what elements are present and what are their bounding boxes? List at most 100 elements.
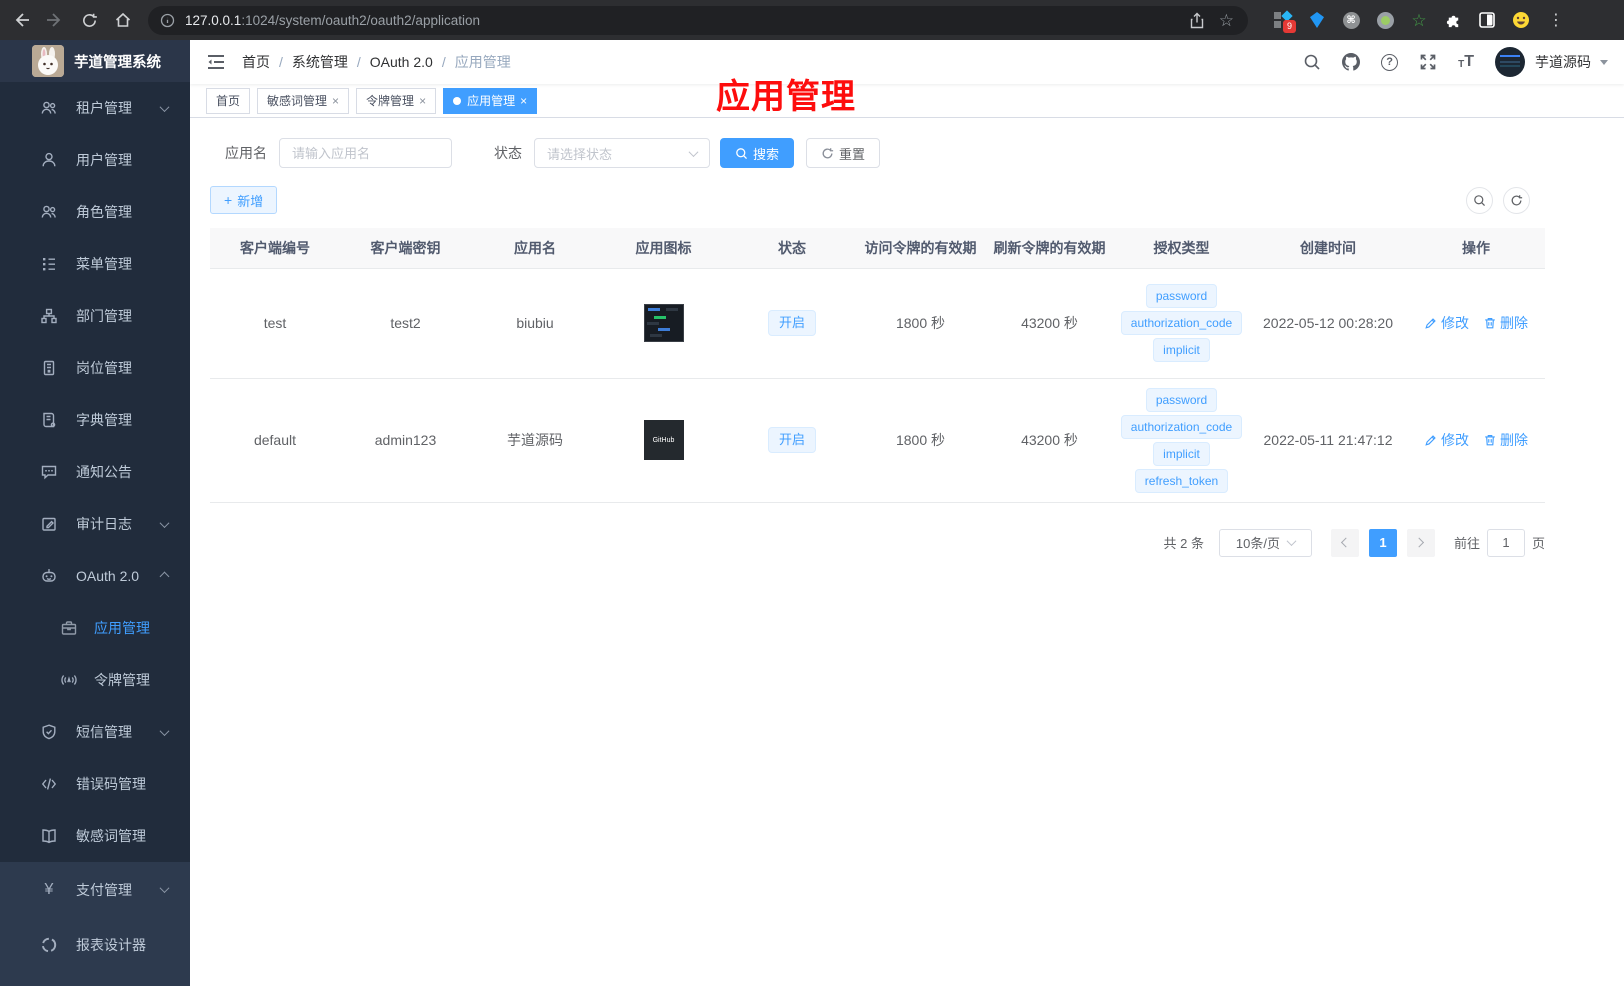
delete-button[interactable]: 删除 [1483, 430, 1528, 450]
address-bar[interactable]: 127.0.0.1:1024/system/oauth2/oauth2/appl… [148, 5, 1248, 35]
grant-type-tags: password authorization_code implicit [1114, 284, 1249, 362]
sidebar-item-label: 角色管理 [76, 204, 132, 220]
browser-menu-icon[interactable]: ⋮ [1548, 10, 1564, 30]
tab-label: 令牌管理 [366, 94, 415, 108]
status-filter-group: 状态 请选择状态 [494, 138, 720, 168]
sidebar-item-audit[interactable]: 审计日志 [0, 498, 190, 550]
search-icon [1474, 194, 1485, 206]
status-badge[interactable]: 开启 [767, 310, 816, 336]
sidebar-item-role[interactable]: 角色管理 [0, 186, 190, 238]
breadcrumb: 首页 / 系统管理 / OAuth 2.0 / 应用管理 [242, 52, 511, 72]
col-refresh-validity: 刷新令牌的有效期 [985, 228, 1114, 269]
sidebar-item-label: 通知公告 [76, 464, 132, 480]
page-size-select[interactable]: 10条/页 [1218, 528, 1312, 557]
cell-refresh-validity: 43200 秒 [985, 268, 1114, 379]
close-icon[interactable]: × [332, 95, 339, 107]
user-menu-caret-icon[interactable] [1600, 59, 1608, 65]
extension-contrast-icon[interactable] [1478, 11, 1496, 29]
bookmark-star-icon[interactable]: ☆ [1219, 12, 1234, 29]
segmented-circle-icon [41, 937, 57, 952]
extension-star-icon[interactable]: ☆ [1410, 11, 1428, 29]
goto-page-group: 前往 页 [1454, 528, 1545, 557]
edit-button[interactable]: 修改 [1424, 430, 1469, 450]
search-button[interactable]: 搜索 [720, 138, 795, 168]
sidebar-item-label: 支付管理 [76, 881, 132, 898]
page-unit-label: 页 [1531, 536, 1545, 551]
sidebar-item-user[interactable]: 用户管理 [0, 134, 190, 186]
extension-command-icon[interactable]: ⌘ [1342, 11, 1360, 29]
breadcrumb-system[interactable]: 系统管理 [292, 52, 348, 72]
sidebar-item-notice[interactable]: 通知公告 [0, 446, 190, 498]
sidebar-item-label: 敏感词管理 [76, 828, 146, 844]
command-glyph: ⌘ [1342, 11, 1360, 29]
user-avatar[interactable] [1495, 47, 1525, 77]
browser-back-button[interactable] [4, 3, 38, 37]
main-content: 应用名 状态 请选择状态 搜索 重置 + 新增 [190, 118, 1624, 986]
prev-page-button[interactable] [1330, 528, 1359, 557]
app-title: 芋道管理系统 [74, 54, 161, 71]
cell-client-secret: test2 [340, 268, 471, 379]
reset-button[interactable]: 重置 [806, 138, 881, 168]
table-header-row: 客户端编号 客户端密钥 应用名 应用图标 状态 访问令牌的有效期 刷新令牌的有效… [210, 228, 1545, 269]
browser-reload-button[interactable] [72, 3, 106, 37]
sidebar-item-label: 字典管理 [76, 412, 132, 428]
sidebar-item-oauth[interactable]: OAuth 2.0 [0, 550, 190, 602]
close-icon[interactable]: × [520, 95, 527, 107]
breadcrumb-home[interactable]: 首页 [242, 52, 270, 72]
font-size-icon[interactable]: TT [1458, 54, 1474, 70]
sidebar-item-label: 岗位管理 [76, 360, 132, 376]
sidebar-item-tenant[interactable]: 租户管理 [0, 82, 190, 134]
help-icon[interactable]: ? [1381, 53, 1399, 71]
tab-home[interactable]: 首页 [206, 87, 251, 114]
breadcrumb-oauth[interactable]: OAuth 2.0 [370, 54, 433, 70]
search-icon[interactable] [1303, 53, 1321, 71]
site-info-icon[interactable] [160, 13, 175, 28]
sidebar-collapse-icon[interactable] [206, 52, 226, 72]
sidebar-menu: 租户管理 用户管理 角色管理 菜单管理 部门管理 岗位管理 字典管理 通知公告 … [0, 82, 190, 862]
sidebar-item-sms[interactable]: 短信管理 [0, 706, 190, 758]
github-icon[interactable] [1342, 53, 1361, 71]
app-name-input[interactable] [279, 138, 452, 168]
tab-application-management[interactable]: 应用管理 × [443, 87, 538, 114]
sidebar-item-dict[interactable]: 字典管理 [0, 394, 190, 446]
sidebar-subitem-token[interactable]: 令牌管理 [0, 654, 190, 706]
page-number-1[interactable]: 1 [1368, 528, 1397, 557]
reload-icon [82, 13, 97, 27]
tab-sensitive-words[interactable]: 敏感词管理 × [257, 87, 350, 114]
browser-forward-button[interactable] [38, 3, 72, 37]
user-name[interactable]: 芋道源码 [1535, 52, 1591, 72]
browser-home-button[interactable] [106, 3, 140, 37]
table-option-buttons [1466, 186, 1530, 214]
sidebar-item-errorcode[interactable]: 错误码管理 [0, 758, 190, 810]
extension-gem-icon[interactable] [1308, 11, 1326, 29]
extension-emoji-icon[interactable] [1512, 11, 1530, 29]
contrast-icon [1479, 12, 1495, 28]
sidebar-subitem-application[interactable]: 应用管理 [0, 602, 190, 654]
sidebar-item-dept[interactable]: 部门管理 [0, 290, 190, 342]
status-select[interactable]: 请选择状态 [534, 138, 710, 168]
sidebar-item-sensitive[interactable]: 敏感词管理 [0, 810, 190, 862]
show-search-button[interactable] [1466, 186, 1493, 214]
add-button[interactable]: + 新增 [210, 186, 278, 214]
delete-button[interactable]: 删除 [1483, 313, 1528, 333]
sidebar-item-report[interactable]: 报表设计器 [0, 917, 190, 972]
sidebar-logo[interactable]: 芋道管理系统 [0, 40, 190, 82]
share-icon[interactable] [1189, 12, 1205, 29]
status-badge[interactable]: 开启 [767, 427, 816, 453]
edit-button[interactable]: 修改 [1424, 313, 1469, 333]
chevron-down-icon [159, 101, 170, 112]
sidebar-item-payment[interactable]: ¥ 支付管理 [0, 862, 190, 917]
tab-token-management[interactable]: 令牌管理 × [356, 87, 437, 114]
next-page-button[interactable] [1406, 528, 1435, 557]
extensions-puzzle-icon[interactable] [1444, 11, 1462, 29]
sidebar-item-menu[interactable]: 菜单管理 [0, 238, 190, 290]
sidebar-item-post[interactable]: 岗位管理 [0, 342, 190, 394]
extension-record-icon[interactable] [1376, 11, 1394, 29]
refresh-table-button[interactable] [1503, 186, 1530, 214]
fullscreen-icon[interactable] [1419, 53, 1437, 71]
extension-grid-icon[interactable]: 9 [1274, 10, 1296, 33]
grant-tag: password [1145, 387, 1218, 412]
goto-page-input[interactable] [1486, 528, 1525, 557]
close-icon[interactable]: × [419, 95, 426, 107]
add-button-label: 新增 [237, 193, 264, 209]
